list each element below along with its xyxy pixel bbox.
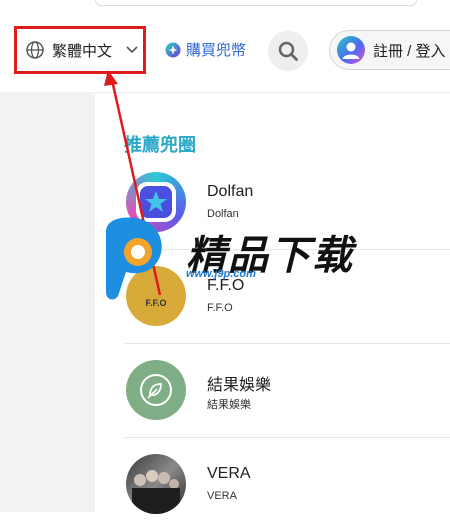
avatar xyxy=(126,360,186,420)
globe-icon xyxy=(26,41,44,59)
chevron-down-icon xyxy=(126,46,138,54)
buy-coins-link[interactable]: 購買兜幣 xyxy=(165,39,246,60)
search-button[interactable] xyxy=(268,31,308,71)
sidebar xyxy=(0,92,95,512)
browser-edge xyxy=(95,0,417,6)
top-navigation-bar: 繁體中文 購買兜幣 註冊 / 登入 xyxy=(0,0,450,93)
login-label: 註冊 / 登入 xyxy=(373,42,446,60)
item-subtitle: 結果娛樂 xyxy=(207,399,251,411)
buy-coins-label: 購買兜幣 xyxy=(186,42,247,59)
item-name: Dolfan xyxy=(207,183,254,200)
language-label: 繁體中文 xyxy=(52,42,113,60)
item-name: 結果娛樂 xyxy=(207,377,272,394)
user-avatar-icon xyxy=(337,36,365,64)
search-icon xyxy=(278,41,298,61)
list-item[interactable]: VERA VERA xyxy=(124,437,450,531)
watermark-url: www.j9p.com xyxy=(186,268,256,280)
list-item[interactable]: 結果娛樂 結果娛樂 xyxy=(124,343,450,438)
item-name: VERA xyxy=(207,465,251,482)
language-selector[interactable]: 繁體中文 xyxy=(14,26,146,74)
login-register-button[interactable]: 註冊 / 登入 xyxy=(329,30,450,70)
avatar xyxy=(126,454,186,514)
coin-icon xyxy=(165,42,181,57)
recommended-title: 推薦兜圈 xyxy=(124,135,196,155)
item-subtitle: VERA xyxy=(207,490,237,502)
